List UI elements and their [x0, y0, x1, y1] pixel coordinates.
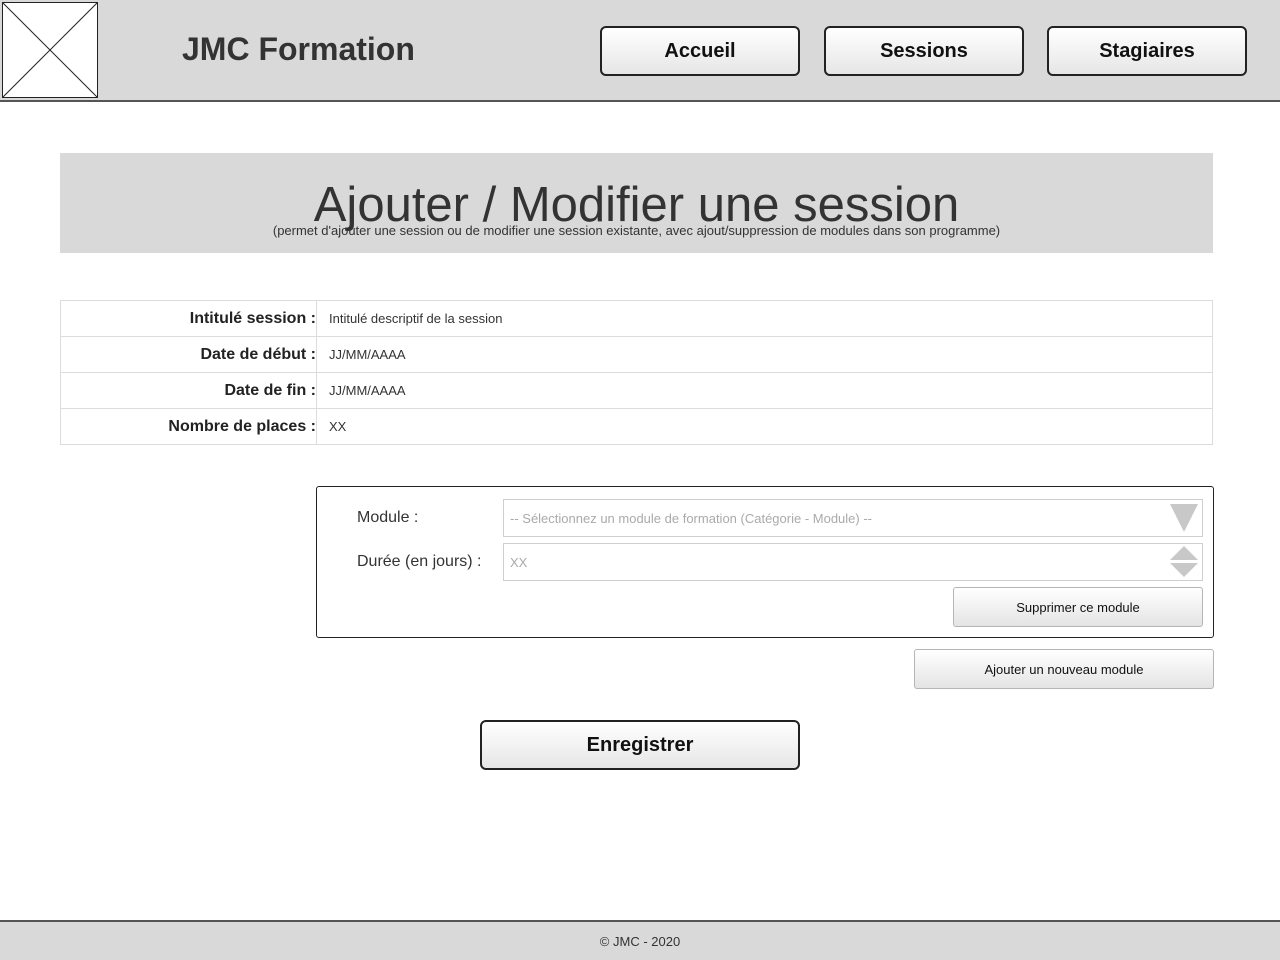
module-panel: Module : -- Sélectionnez un module de fo… — [316, 486, 1214, 638]
session-form-table: Intitulé session : Intitulé descriptif d… — [60, 300, 1213, 445]
page-subtitle: (permet d'ajouter une session ou de modi… — [272, 223, 1001, 238]
intitule-input[interactable]: Intitulé descriptif de la session — [316, 300, 1213, 337]
module-select[interactable]: -- Sélectionnez un module de formation (… — [503, 499, 1203, 537]
spinner-up-icon[interactable] — [1170, 546, 1198, 560]
delete-module-button[interactable]: Supprimer ce module — [953, 587, 1203, 627]
nombre-places-input[interactable]: XX — [316, 408, 1213, 445]
brand-title: JMC Formation — [182, 31, 415, 67]
nombre-places-label: Nombre de places : — [60, 408, 317, 445]
add-module-button[interactable]: Ajouter un nouveau module — [914, 649, 1214, 689]
intitule-label: Intitulé session : — [60, 300, 317, 337]
nav-sessions-button[interactable]: Sessions — [824, 26, 1024, 76]
header: JMC Formation Accueil Sessions Stagiaire… — [0, 0, 1280, 102]
footer-copyright: © JMC - 2020 — [599, 933, 681, 949]
nav-stagiaires-button[interactable]: Stagiaires — [1047, 26, 1247, 76]
form-row-date-debut: Date de début : JJ/MM/AAAA — [60, 336, 1213, 373]
duration-input[interactable]: XX — [503, 543, 1203, 581]
logo-image-placeholder-icon — [2, 2, 98, 98]
date-debut-label: Date de début : — [60, 336, 317, 373]
date-debut-input[interactable]: JJ/MM/AAAA — [316, 336, 1213, 373]
form-row-intitule: Intitulé session : Intitulé descriptif d… — [60, 300, 1213, 337]
module-select-placeholder: -- Sélectionnez un module de formation (… — [510, 510, 873, 526]
form-row-nombre-places: Nombre de places : XX — [60, 408, 1213, 445]
chevron-down-icon[interactable] — [1170, 504, 1198, 532]
spinner-down-icon[interactable] — [1170, 563, 1198, 577]
duration-placeholder: XX — [510, 554, 528, 570]
save-button[interactable]: Enregistrer — [480, 720, 800, 770]
form-row-date-fin: Date de fin : JJ/MM/AAAA — [60, 372, 1213, 409]
page-title-banner: Ajouter / Modifier une session (permet d… — [60, 153, 1213, 253]
date-fin-label: Date de fin : — [60, 372, 317, 409]
module-label: Module : — [357, 509, 419, 526]
nav-accueil-button[interactable]: Accueil — [600, 26, 800, 76]
footer: © JMC - 2020 — [0, 920, 1280, 960]
date-fin-input[interactable]: JJ/MM/AAAA — [316, 372, 1213, 409]
duration-label: Durée (en jours) : — [357, 553, 482, 570]
